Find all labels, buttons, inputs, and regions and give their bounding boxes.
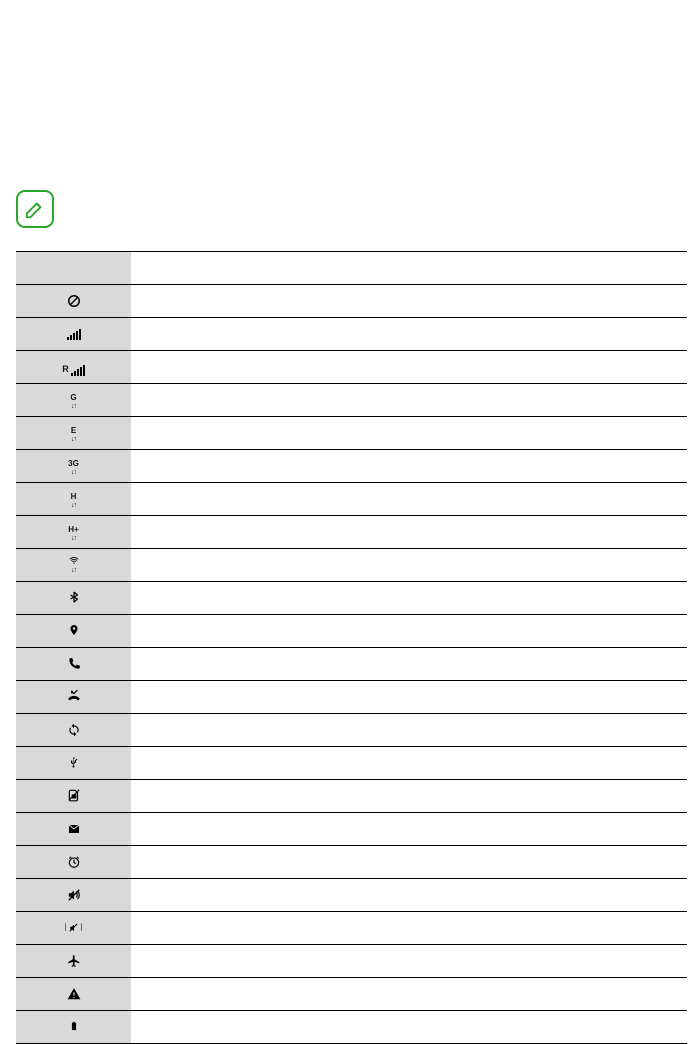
table-row: E↓↑ (16, 417, 687, 450)
desc-cell (131, 780, 687, 813)
icon-cell (16, 1011, 131, 1044)
icon-cell (16, 813, 131, 846)
table-row (16, 879, 687, 912)
icon-cell (16, 846, 131, 879)
hsdpa-plus-icon: H+↓↑ (68, 526, 78, 542)
icon-cell: H+↓↑ (16, 516, 131, 549)
icon-cell (16, 615, 131, 648)
icon-cell (16, 747, 131, 780)
table-row (16, 1011, 687, 1044)
desc-cell (131, 351, 687, 384)
missed-call-icon (65, 688, 83, 706)
desc-cell (131, 945, 687, 978)
table-row: H+↓↑ (16, 516, 687, 549)
table-row (16, 648, 687, 681)
table-row (16, 582, 687, 615)
desc-cell (131, 912, 687, 945)
desc-cell (131, 318, 687, 351)
edge-icon: E↓↑ (71, 427, 76, 443)
usb-icon (65, 753, 83, 771)
note-icon (16, 190, 54, 228)
message-icon (65, 820, 83, 838)
table-row (16, 846, 687, 879)
desc-cell (131, 285, 687, 318)
icon-cell (16, 780, 131, 813)
table-header-row (16, 252, 687, 285)
wifi-icon: ↓↑ (67, 556, 81, 574)
bluetooth-icon (65, 588, 83, 606)
table-row (16, 285, 687, 318)
hsdpa-icon: H↓↑ (71, 493, 77, 509)
table-row: H↓↑ (16, 483, 687, 516)
no-sim-icon (65, 786, 83, 804)
icon-cell (16, 648, 131, 681)
call-icon (65, 655, 83, 673)
icon-cell (16, 978, 131, 1011)
desc-cell (131, 846, 687, 879)
header-icon-cell (16, 252, 131, 285)
icon-cell: E↓↑ (16, 417, 131, 450)
icon-cell: ⦚ ⦚ (16, 912, 131, 945)
desc-cell (131, 384, 687, 417)
3g-icon: 3G↓↑ (68, 460, 79, 476)
desc-cell (131, 549, 687, 582)
icon-cell (16, 318, 131, 351)
table-row (16, 681, 687, 714)
no-signal-icon (65, 292, 83, 310)
desc-cell (131, 747, 687, 780)
desc-cell (131, 516, 687, 549)
gprs-icon: G↓↑ (70, 394, 76, 410)
flight-mode-icon (65, 952, 83, 970)
error-icon (65, 985, 83, 1003)
table-row: G↓↑ (16, 384, 687, 417)
table-row (16, 615, 687, 648)
icon-cell (16, 285, 131, 318)
signal-icon (65, 325, 83, 343)
table-row (16, 813, 687, 846)
sync-icon (65, 721, 83, 739)
table-row: 3G↓↑ (16, 450, 687, 483)
vibrate-icon: ⦚ ⦚ (65, 919, 83, 937)
desc-cell (131, 879, 687, 912)
alarm-icon (65, 853, 83, 871)
icon-cell: R (16, 351, 131, 384)
table-row (16, 714, 687, 747)
silent-icon (65, 886, 83, 904)
table-row (16, 747, 687, 780)
icon-cell: 3G↓↑ (16, 450, 131, 483)
icon-cell (16, 945, 131, 978)
desc-cell (131, 813, 687, 846)
desc-cell (131, 450, 687, 483)
icon-cell (16, 582, 131, 615)
icon-cell (16, 879, 131, 912)
table-row (16, 978, 687, 1011)
desc-cell (131, 582, 687, 615)
desc-cell (131, 417, 687, 450)
desc-cell (131, 483, 687, 516)
header-desc-cell (131, 252, 687, 285)
desc-cell (131, 615, 687, 648)
indicator-icons-table: R G↓↑ E↓↑ (16, 251, 687, 1044)
desc-cell (131, 714, 687, 747)
icon-cell: ↓↑ (16, 549, 131, 582)
table-row (16, 945, 687, 978)
icon-cell (16, 714, 131, 747)
gps-icon (65, 621, 83, 639)
battery-icon (65, 1017, 83, 1035)
table-row: R (16, 351, 687, 384)
table-row (16, 318, 687, 351)
table-row: ↓↑ (16, 549, 687, 582)
desc-cell (131, 978, 687, 1011)
icon-cell: G↓↑ (16, 384, 131, 417)
desc-cell (131, 681, 687, 714)
desc-cell (131, 648, 687, 681)
table-row: ⦚ ⦚ (16, 912, 687, 945)
desc-cell (131, 1011, 687, 1044)
table-row (16, 780, 687, 813)
roaming-icon: R (65, 358, 83, 376)
icon-cell: H↓↑ (16, 483, 131, 516)
icon-cell (16, 681, 131, 714)
